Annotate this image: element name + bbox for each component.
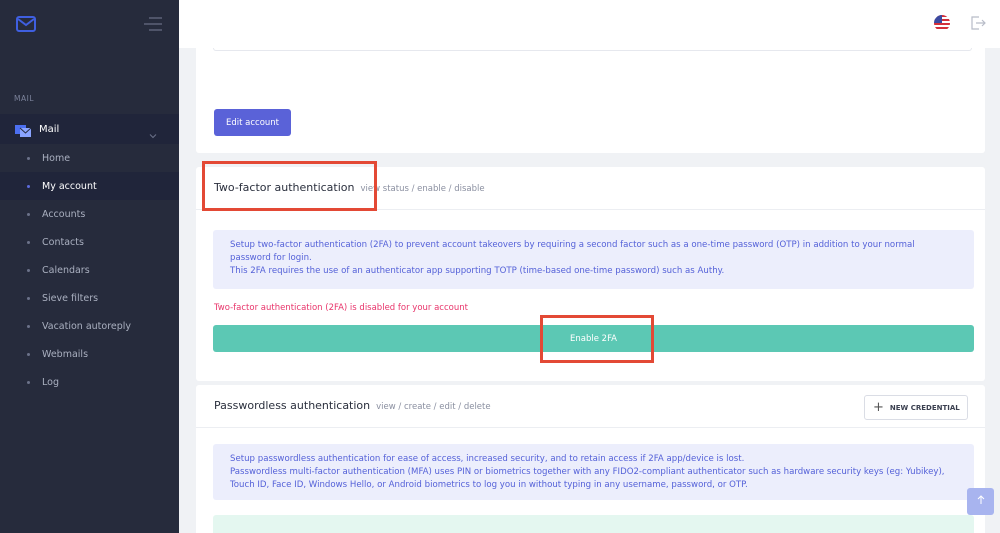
bullet-icon <box>27 380 30 384</box>
sidebar-item-accounts[interactable]: Accounts <box>0 200 179 228</box>
mail-logo-icon[interactable] <box>16 16 36 32</box>
account-card: Edit account <box>196 48 985 153</box>
passwordless-card: Passwordless authentication view / create… <box>196 385 985 533</box>
sidebar-item-log[interactable]: Log <box>0 368 179 396</box>
success-alert <box>213 515 974 533</box>
sidebar-item-my-account[interactable]: My account <box>0 172 179 200</box>
sidebar-item-sieve-filters[interactable]: Sieve filters <box>0 284 179 312</box>
highlight-box <box>202 161 377 211</box>
sidebar-item-label: Accounts <box>42 208 86 220</box>
bullet-icon <box>27 352 30 356</box>
info-text: Passwordless multi-factor authentication… <box>230 467 945 490</box>
two-factor-status: Two-factor authentication (2FA) is disab… <box>214 303 468 313</box>
bullet-icon <box>27 268 30 272</box>
sidebar-item-webmails[interactable]: Webmails <box>0 340 179 368</box>
sidebar-item-label: Vacation autoreply <box>42 320 132 332</box>
card-header: Passwordless authentication view / create… <box>196 385 985 428</box>
chevron-down-icon <box>149 125 157 139</box>
info-text: Setup passwordless authentication for ea… <box>230 454 745 464</box>
sidebar-menu: Home My account Accounts Contacts Calend… <box>0 144 179 396</box>
edit-account-button[interactable]: Edit account <box>214 109 291 136</box>
sidebar-item-label: Calendars <box>42 264 90 276</box>
sidebar-item-vacation-autoreply[interactable]: Vacation autoreply <box>0 312 179 340</box>
us-flag-icon[interactable] <box>934 15 950 31</box>
two-factor-info-alert: Setup two-factor authentication (2FA) to… <box>213 230 974 289</box>
sidebar-section-label: MAIL <box>14 94 34 103</box>
passwordless-title: Passwordless authentication <box>214 399 371 412</box>
account-details-box <box>213 48 972 51</box>
two-factor-subtitle: view status / enable / disable <box>360 184 485 194</box>
bullet-icon <box>27 156 30 160</box>
main-content: Edit account Two-factor authentication vi… <box>179 48 1000 533</box>
logout-icon[interactable] <box>970 15 986 31</box>
sidebar-group-mail[interactable]: Mail <box>0 114 179 144</box>
plus-icon: + <box>873 400 884 415</box>
sidebar-item-label: Home <box>42 152 71 164</box>
sidebar-item-calendars[interactable]: Calendars <box>0 256 179 284</box>
bullet-icon <box>27 184 30 188</box>
info-text: This 2FA requires the use of an authenti… <box>230 266 725 276</box>
passwordless-subtitle: view / create / edit / delete <box>376 402 491 412</box>
topbar <box>179 0 1000 48</box>
sidebar-item-label: Contacts <box>42 236 84 248</box>
mail-group-icon <box>15 122 32 137</box>
bullet-icon <box>27 212 30 216</box>
scroll-to-top-button[interactable] <box>967 488 994 515</box>
sidebar-item-label: Webmails <box>42 348 89 360</box>
sidebar: MAIL Mail Home My account Accounts Conta… <box>0 0 179 533</box>
bullet-icon <box>27 296 30 300</box>
bullet-icon <box>27 240 30 244</box>
bullet-icon <box>27 324 30 328</box>
card-title: Passwordless authentication view / create… <box>214 399 491 412</box>
highlight-box <box>540 315 654 363</box>
arrow-up-icon <box>977 495 985 508</box>
sidebar-item-contacts[interactable]: Contacts <box>0 228 179 256</box>
sidebar-item-label: My account <box>42 180 97 192</box>
sidebar-header <box>0 0 179 48</box>
new-credential-label: NEW CREDENTIAL <box>889 403 960 412</box>
sidebar-item-label: Sieve filters <box>42 292 99 304</box>
sidebar-group-label: Mail <box>39 123 60 135</box>
menu-toggle-icon[interactable] <box>143 16 163 32</box>
new-credential-button[interactable]: + NEW CREDENTIAL <box>864 395 968 420</box>
info-text: Setup two-factor authentication (2FA) to… <box>230 240 915 263</box>
passwordless-info-alert: Setup passwordless authentication for ea… <box>213 444 974 500</box>
sidebar-item-label: Log <box>42 376 59 388</box>
sidebar-item-home[interactable]: Home <box>0 144 179 172</box>
